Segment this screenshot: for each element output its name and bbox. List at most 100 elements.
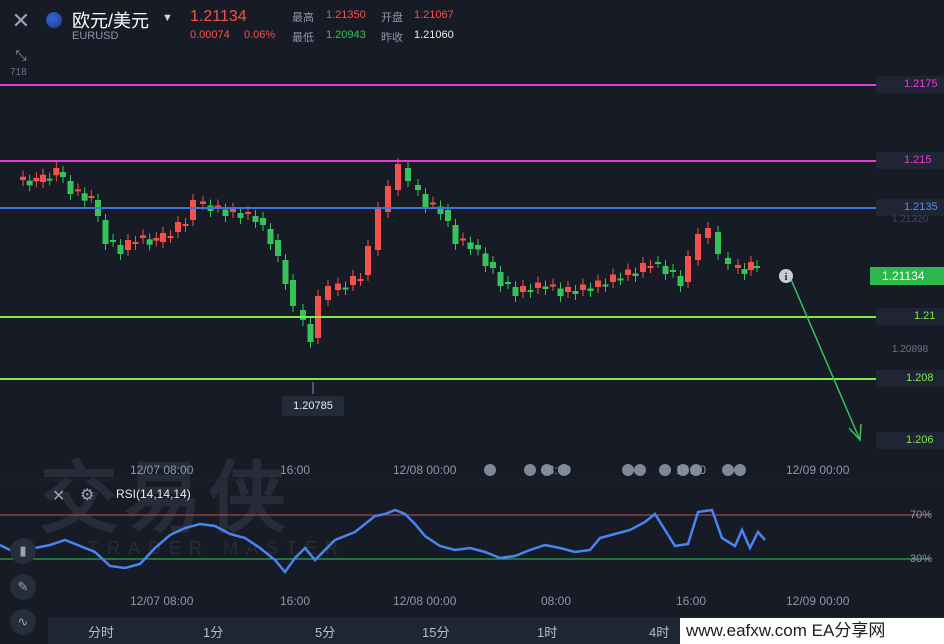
candle-body [595,280,601,287]
candle-body [685,256,691,282]
symbol-code: EURUSD [72,30,119,42]
rsi-label: RSI(14,14,14) [116,487,191,501]
candle-body [520,286,526,292]
candle-body [117,245,124,254]
left-price-tag: 718 [10,67,27,78]
prev-close-value: 1.21060 [414,29,454,41]
candle-body [535,282,541,288]
candle-body [632,273,639,276]
candle-body [580,284,586,290]
candle-body [167,236,174,238]
indicator-icon[interactable]: ▮ [10,538,36,564]
timeframe-tab-1m[interactable]: 1分 [203,622,223,641]
candle-body [222,209,229,216]
quote-header: ✕ 欧元/美元 ▼ EURUSD 1.21134 0.00074 0.06% 最… [0,0,944,44]
candle-body [625,269,631,275]
candle-body [754,266,760,268]
candle-body [132,242,139,244]
drawing-tool-icon[interactable]: ∿ [10,609,36,635]
rsi-level-70-label: 70% [910,509,933,521]
candle-body [365,246,371,275]
settings-icon[interactable]: ⚙ [80,485,94,505]
candle-body [342,287,349,290]
candle-body [505,282,511,284]
candle-body [647,266,654,268]
candle-body [670,270,676,272]
candle-body [415,185,421,190]
candle-body [102,220,109,244]
current-price-label: 1.21134 [870,267,944,285]
price-chart[interactable]: i [0,0,944,644]
rsi-time-label: 12/08 00:00 [393,594,457,608]
candle-body [677,276,684,286]
timeframe-tab-1h[interactable]: 1时 [537,622,557,641]
low-value: 1.20943 [326,29,366,41]
timeframe-tab-5m[interactable]: 5分 [315,622,335,641]
candle-body [67,181,74,194]
faint-price-upper: 1.21320 [892,214,929,225]
candle-body [20,176,26,180]
candle-body [260,218,266,225]
candle-body [110,240,116,242]
pencil-icon[interactable]: ✎ [10,574,36,600]
footer-watermark: www.eafxw.com EA分享网 [680,618,944,644]
candle-body [153,238,160,241]
candle-body [290,280,296,306]
timeframe-tab-tick[interactable]: 分时 [88,622,114,641]
candle-body [190,200,196,220]
rsi-time-label: 08:00 [541,594,572,608]
candle-body [565,287,571,292]
candle-body [46,178,53,181]
candle-body [735,265,741,268]
rsi-time-label: 16:00 [676,594,707,608]
candle-body [497,272,504,286]
candle-body [610,274,616,282]
rsi-time-label: 12/07 08:00 [130,594,194,608]
price-label-1-206: 1.206 [876,432,944,449]
candle-body [527,290,534,292]
candle-body [602,284,609,287]
candle-body [350,276,356,285]
candle-body [640,263,646,272]
candle-body [325,286,331,300]
candle-body [430,202,436,205]
candle-body [395,164,401,190]
price-change: 0.00074 [190,29,230,41]
candle-body [557,288,564,296]
candle-body [245,212,251,214]
candle-body [307,324,314,342]
candle-body [140,235,146,238]
candle-body [146,239,153,245]
candle-body [512,287,519,296]
candle-body [275,240,281,256]
candle-body [715,232,721,254]
timeframe-tab-15m[interactable]: 15分 [422,622,449,641]
candle-body [375,208,381,250]
forecast-arrow [789,276,861,441]
close-icon[interactable]: ✕ [8,8,34,34]
candle-body [230,209,236,212]
time-label: 08:00 [541,463,572,477]
candle-body [252,216,259,222]
open-label: 开盘 [381,12,403,24]
candle-body [422,194,429,207]
candle-body [482,253,489,266]
close-indicator-icon[interactable]: ✕ [52,486,65,506]
svg-text:i: i [785,272,788,283]
candle-body [75,189,81,192]
chevron-down-icon[interactable]: ▼ [162,12,173,24]
low-point-label: 1.20785 [282,396,344,416]
low-label: 最低 [292,32,314,44]
candle-body [40,174,46,182]
timeframe-tab-4h[interactable]: 4时 [649,622,669,641]
candle-body [125,240,131,250]
candle-body [237,213,244,218]
candle-body [725,258,731,264]
collapse-icon[interactable]: ⤡ [10,44,32,66]
event-markers[interactable] [484,464,746,476]
rsi-line [0,508,766,575]
time-label: 12/08 00:00 [393,463,457,477]
candle-body [53,168,60,176]
price-label-1-208: 1.208 [876,370,944,387]
candle-body [357,279,364,281]
